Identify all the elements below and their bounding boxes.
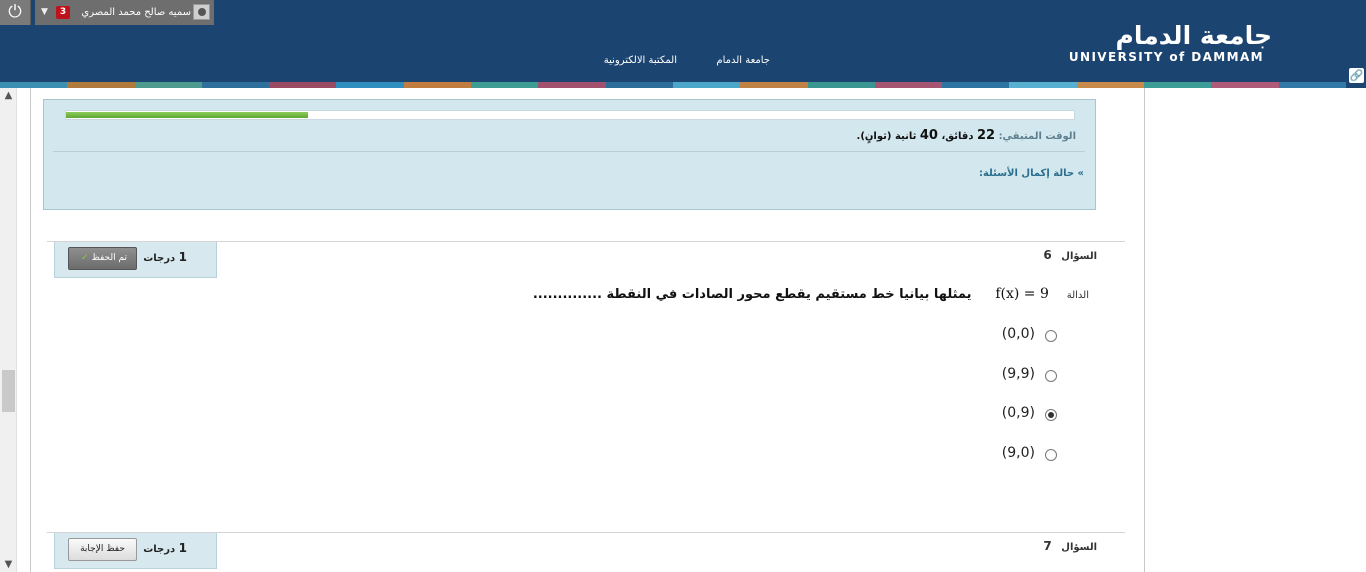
time-remaining: الوقت المتبقي: 22 دقائق، 40 ثانية (ثوانٍ…	[64, 128, 1076, 143]
user-menu[interactable]: ▼ 3 سميه صالح محمد المصري	[35, 0, 214, 25]
double-chevron-icon: »	[1077, 168, 1084, 179]
minutes-unit: دقائق،	[941, 131, 974, 142]
question-block-7: السؤال 7 1 درجات حفظ الإجابة	[47, 532, 1125, 572]
question-label: السؤال	[1061, 251, 1097, 262]
points-value: 1	[178, 250, 187, 264]
answer-option[interactable]: (9,0)	[1002, 445, 1057, 485]
avatar-icon	[193, 4, 210, 20]
option-label: (0,9)	[1001, 405, 1035, 421]
question-number: 7	[1043, 539, 1052, 553]
user-name: سميه صالح محمد المصري	[81, 7, 191, 18]
points-panel: 1 درجات تم الحفظ ✓	[54, 242, 217, 278]
option-label: (9,0)	[1001, 444, 1035, 461]
color-stripe	[1144, 82, 1212, 88]
saved-label: تم الحفظ	[91, 253, 127, 263]
logo-arabic: جامعة الدمام	[1115, 21, 1272, 50]
scroll-down-icon[interactable]: ▼	[0, 559, 17, 570]
logout-button[interactable]: ⏻	[0, 0, 31, 25]
color-stripe	[1211, 82, 1279, 88]
points-panel: 1 درجات حفظ الإجابة	[54, 533, 217, 569]
points-text: 1 درجات	[143, 541, 187, 555]
radio-button[interactable]	[1045, 369, 1057, 382]
question-text: الدالة f(x) = 9 يمثلها بيانيا خط مستقيم …	[533, 286, 1089, 302]
points-value: 1	[178, 541, 187, 555]
answer-options: (0,0) (9,9) (0,9) (9,0)	[1002, 326, 1057, 484]
points-unit: درجات	[143, 544, 176, 555]
save-answer-button[interactable]: حفظ الإجابة	[68, 538, 137, 561]
timer-panel: الوقت المتبقي: 22 دقائق، 40 ثانية (ثوانٍ…	[43, 99, 1096, 210]
question-label: السؤال	[1061, 542, 1097, 553]
progress-fill	[66, 112, 308, 118]
question-title: السؤال 6	[1043, 248, 1097, 262]
question-stem: يمثلها بيانيا خط مستقيم يقطع محور الصادا…	[532, 287, 972, 302]
radio-button[interactable]	[1045, 330, 1057, 342]
minutes-value: 22	[976, 128, 996, 143]
answer-option[interactable]: (9,9)	[1002, 366, 1057, 406]
scroll-up-icon[interactable]: ▲	[0, 90, 17, 101]
answer-option[interactable]: (0,9)	[1002, 405, 1057, 445]
notification-badge[interactable]: 3	[56, 6, 70, 19]
divider	[53, 151, 1085, 152]
question-math: f(x) = 9	[995, 286, 1049, 302]
time-progress-bar	[65, 110, 1075, 120]
option-label: (0,0)	[1001, 326, 1035, 342]
time-label: الوقت المتبقي:	[998, 131, 1076, 142]
vertical-scrollbar[interactable]: ▲ ▼	[0, 88, 17, 572]
seconds-value: 40	[919, 128, 938, 143]
points-unit: درجات	[143, 253, 176, 264]
question-number: 6	[1043, 248, 1052, 262]
points-text: 1 درجات	[143, 250, 187, 264]
top-header: ⏻ ▼ 3 سميه صالح محمد المصري جامعة الدمام…	[0, 0, 1366, 88]
answer-option[interactable]: (0,0)	[1002, 326, 1057, 366]
check-icon: ✓	[81, 253, 89, 263]
university-logo[interactable]: جامعة الدمام UNIVERSITY of DAMMAM	[1062, 21, 1272, 65]
nav-link-elibrary[interactable]: المكتبة الالكترونية	[604, 55, 677, 66]
chevron-down-icon: ▼	[41, 7, 48, 17]
question-status-link[interactable]: » حالة إكمال الأسئلة:	[64, 168, 1084, 179]
power-icon: ⏻	[8, 2, 22, 22]
scroll-thumb[interactable]	[2, 370, 15, 412]
radio-button[interactable]	[1045, 409, 1057, 421]
nav-link-dammam[interactable]: جامعة الدمام	[716, 55, 770, 66]
lock-icon[interactable]: 🔗	[1349, 68, 1364, 83]
question-title: السؤال 7	[1043, 539, 1097, 553]
color-stripe	[1278, 82, 1346, 88]
status-link-label: حالة إكمال الأسئلة:	[978, 168, 1075, 179]
question-block-6: السؤال 6 1 درجات تم الحفظ ✓ الدالة f(x) …	[47, 241, 1125, 531]
saved-button[interactable]: تم الحفظ ✓	[68, 247, 137, 270]
logo-english: UNIVERSITY of DAMMAM	[1068, 50, 1264, 64]
radio-button[interactable]	[1045, 448, 1057, 461]
seconds-unit: ثانية (ثوانٍ).	[856, 131, 917, 142]
top-navigation: جامعة الدمام المكتبة الالكترونية	[560, 55, 810, 69]
question-prefix: الدالة	[1066, 290, 1089, 301]
option-label: (9,9)	[1001, 365, 1035, 382]
